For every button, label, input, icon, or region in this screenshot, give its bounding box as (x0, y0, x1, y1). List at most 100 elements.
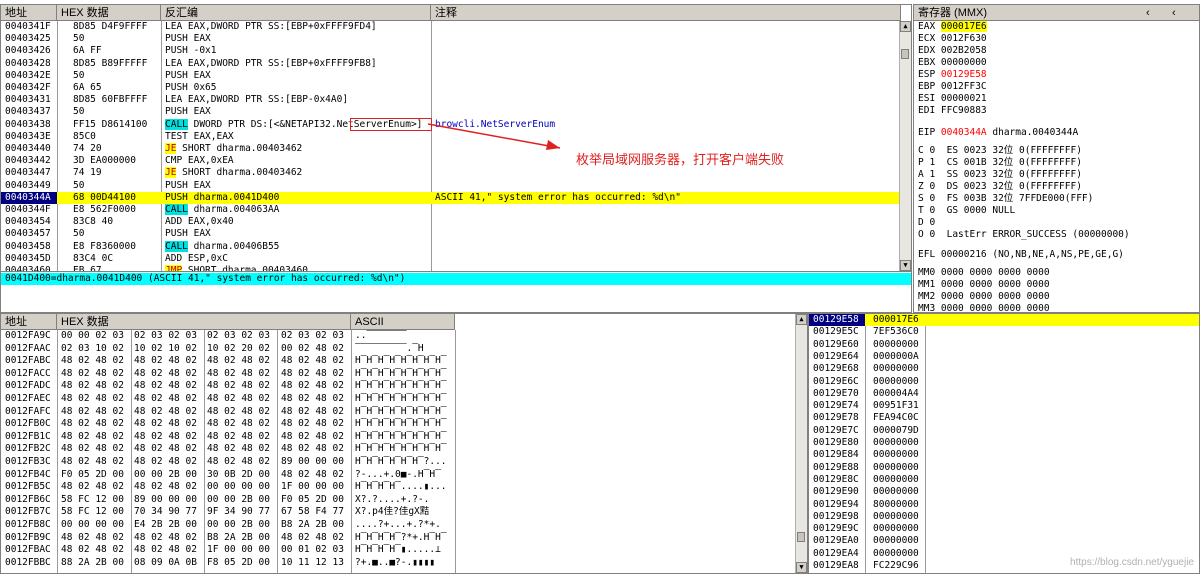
disasm-row[interactable]: 00403425 50 PUSH EAX (1, 33, 899, 45)
register-value[interactable]: FFC90883 (941, 105, 987, 116)
stack-row[interactable]: 00129E80 00000000 (809, 437, 1199, 449)
flag-row[interactable]: D 0 (918, 217, 935, 229)
flag-row[interactable]: Z 0 DS 0023 32位 0(FFFFFFFF) (918, 181, 1082, 193)
register-value[interactable]: 0012FF3C (941, 81, 987, 92)
register-eax[interactable]: EAX 000017E6 (918, 21, 987, 33)
disasm-row[interactable]: 00403449 50 PUSH EAX (1, 180, 899, 192)
dump-row[interactable]: 0012FACC 48 02 48 02 48 02 48 02 48 02 48 0… (1, 368, 795, 380)
disasm-row[interactable]: 0040344A 68 00D44100 PUSH dharma.0041D400 A… (1, 191, 899, 204)
stack-row[interactable]: 00129E90 00000000 (809, 486, 1199, 498)
stack-row[interactable]: 00129E68 00000000 (809, 363, 1199, 375)
stack-row[interactable]: 00129E9C 00000000 (809, 523, 1199, 535)
register-value[interactable]: 00129E58 (941, 69, 987, 80)
dump-row[interactable]: 0012FBBC 88 2A 2B 00 08 09 0A 0B F8 05 2D 0… (1, 557, 795, 569)
disasm-row[interactable]: 00403458 E8 F8360000 CALL dharma.00406B55 (1, 240, 899, 253)
dump-row[interactable]: 0012FAFC 48 02 48 02 48 02 48 02 48 02 48 0… (1, 406, 795, 418)
stack-row[interactable]: 00129E88 00000000 (809, 462, 1199, 474)
dump-row[interactable]: 0012FB3C 48 02 48 02 48 02 48 02 48 02 48 0… (1, 456, 795, 468)
register-ebx[interactable]: EBX 00000000 (918, 57, 987, 69)
dump-row[interactable]: 0012FB8C 00 00 00 00 E4 2B 2B 00 00 00 2B 0… (1, 519, 795, 531)
register-value[interactable]: 0012F630 (941, 33, 987, 44)
stack-row[interactable]: 00129E8C 00000000 (809, 474, 1199, 486)
disasm-row[interactable]: 00403457 50 PUSH EAX (1, 228, 899, 240)
stack-row[interactable]: 00129E78 FEA94C0C (809, 412, 1199, 424)
register-value[interactable]: 00000021 (941, 93, 987, 104)
stack-row[interactable]: 00129E58 000017E6 (809, 314, 1199, 326)
dump-row[interactable]: 0012FB6C 58 FC 12 00 89 00 00 00 00 00 2B 0… (1, 494, 795, 506)
stack-row[interactable]: 00129E94 80000000 (809, 499, 1199, 511)
register-value[interactable]: 002B2058 (941, 45, 987, 56)
dump-row[interactable]: 0012FA9C 00 00 02 03 02 03 02 03 02 03 02 0… (1, 330, 795, 342)
scroll-thumb[interactable] (901, 49, 909, 59)
dump-row[interactable]: 0012FADC 48 02 48 02 48 02 48 02 48 02 48 0… (1, 380, 795, 392)
scroll-down-icon[interactable]: ▼ (796, 562, 807, 573)
register-value[interactable]: 00000000 (941, 57, 987, 68)
dump-row[interactable]: 0012FB5C 48 02 48 02 48 02 48 02 00 00 00 0… (1, 481, 795, 493)
disasm-row[interactable]: 00403428 8D85 B89FFFFF LEA EAX,DWORD PTR S… (1, 58, 899, 70)
stack-row[interactable]: 00129EA0 00000000 (809, 535, 1199, 547)
scroll-up-icon[interactable]: ▲ (796, 314, 807, 325)
dump-header-ascii[interactable]: ASCII (351, 314, 455, 330)
register-edx[interactable]: EDX 002B2058 (918, 45, 987, 57)
disasm-row[interactable]: 0040341F 8D85 D4F9FFFF LEA EAX,DWORD PTR S… (1, 21, 899, 33)
disasm-row[interactable]: 00403454 83C8 40 ADD EAX,0x40 (1, 216, 899, 228)
disasm-row[interactable]: 00403431 8D85 60FBFFFF LEA EAX,DWORD PTR S… (1, 94, 899, 106)
stack-row[interactable]: 00129E60 00000000 (809, 339, 1199, 351)
mmx-row[interactable]: MM3 0000 0000 0000 0000 (918, 303, 1050, 312)
stack-row[interactable]: 00129E74 00951F31 (809, 400, 1199, 412)
dump-row[interactable]: 0012FB0C 48 02 48 02 48 02 48 02 48 02 48 0… (1, 418, 795, 430)
dump-row[interactable]: 0012FB9C 48 02 48 02 48 02 48 02 B8 2A 2B 0… (1, 532, 795, 544)
mmx-row[interactable]: MM2 0000 0000 0000 0000 (918, 291, 1050, 303)
register-ebp[interactable]: EBP 0012FF3C (918, 81, 987, 93)
col-header-comment[interactable]: 注释 (431, 5, 901, 21)
dump-row[interactable]: 0012FB7C 58 FC 12 00 70 34 90 77 9F 34 90 7… (1, 506, 795, 518)
disasm-row[interactable]: 0040342F 6A 65 PUSH 0x65 (1, 82, 899, 94)
col-header-hex[interactable]: HEX 数据 (57, 5, 161, 21)
disasm-row[interactable]: 0040345D 83C4 0C ADD ESP,0xC (1, 253, 899, 265)
dump-row[interactable]: 0012FBAC 48 02 48 02 48 02 48 02 1F 00 00 0… (1, 544, 795, 556)
stack-row[interactable]: 00129E6C 00000000 (809, 376, 1199, 388)
stack-row[interactable]: 00129E84 00000000 (809, 449, 1199, 461)
disasm-row[interactable]: 0040344F E8 562F0000 CALL dharma.004063AA (1, 204, 899, 216)
register-esp[interactable]: ESP 00129E58 (918, 69, 987, 81)
disasm-row[interactable]: 00403437 50 PUSH EAX (1, 106, 899, 118)
mmx-row[interactable]: MM1 0000 0000 0000 0000 (918, 279, 1050, 291)
disassembly-scrollbar[interactable]: ▲ ▼ (899, 21, 911, 271)
dump-row[interactable]: 0012FB2C 48 02 48 02 48 02 48 02 48 02 48 0… (1, 443, 795, 455)
dump-row[interactable]: 0012FAEC 48 02 48 02 48 02 48 02 48 02 48 0… (1, 393, 795, 405)
stack-row[interactable]: 00129E7C 0000079D (809, 425, 1199, 437)
flag-row[interactable]: S 0 FS 003B 32位 7FFDE000(FFF) (918, 193, 1093, 205)
memory-dump-pane[interactable]: 地址 HEX 数据 ASCII 0012FA9C 00 00 02 03 02 03… (0, 313, 808, 574)
disasm-row[interactable]: 0040342E 50 PUSH EAX (1, 70, 899, 82)
scroll-up-icon[interactable]: ▲ (900, 21, 911, 32)
col-header-disassembly[interactable]: 反汇编 (161, 5, 431, 21)
dump-header-address[interactable]: 地址 (1, 314, 57, 330)
stack-pane[interactable]: 00129E58 000017E6 00129E5C 7EF536C0 00129E60… (808, 313, 1200, 574)
register-eip[interactable]: EIP 0040344A dharma.0040344A (918, 127, 1078, 139)
flag-row[interactable]: A 1 SS 0023 32位 0(FFFFFFFF) (918, 169, 1082, 181)
disasm-row[interactable]: 00403426 6A FF PUSH -0x1 (1, 45, 899, 57)
stack-row[interactable]: 00129E98 00000000 (809, 511, 1199, 523)
mmx-row[interactable]: MM0 0000 0000 0000 0000 (918, 267, 1050, 279)
dump-scrollbar[interactable]: ▲ ▼ (795, 314, 807, 573)
register-edi[interactable]: EDI FFC90883 (918, 105, 987, 117)
scroll-thumb[interactable] (797, 532, 805, 542)
flag-row[interactable]: T 0 GS 0000 NULL (918, 205, 1015, 217)
dump-row[interactable]: 0012FB1C 48 02 48 02 48 02 48 02 48 02 48 0… (1, 431, 795, 443)
stack-row[interactable]: 00129E64 0000000A (809, 351, 1199, 363)
flag-row[interactable]: O 0 LastErr ERROR_SUCCESS (00000000) (918, 229, 1130, 241)
dump-row[interactable]: 0012FB4C F0 05 2D 00 00 00 2B 00 30 0B 2D 0… (1, 469, 795, 481)
stack-row[interactable]: 00129E70 000004A4 (809, 388, 1199, 400)
scroll-down-icon[interactable]: ▼ (900, 260, 911, 271)
disasm-row[interactable]: 00403447 74 19 JE SHORT dharma.00403462 (1, 167, 899, 179)
dump-row[interactable]: 0012FABC 48 02 48 02 48 02 48 02 48 02 48 0… (1, 355, 795, 367)
stack-row[interactable]: 00129E5C 7EF536C0 (809, 326, 1199, 338)
register-efl[interactable]: EFL 00000216 (NO,NB,NE,A,NS,PE,GE,G) (918, 249, 1124, 261)
dump-header-hex[interactable]: HEX 数据 (57, 314, 351, 330)
flag-row[interactable]: C 0 ES 0023 32位 0(FFFFFFFF) (918, 145, 1082, 157)
col-header-address[interactable]: 地址 (1, 5, 57, 21)
dump-row[interactable]: 0012FAAC 02 03 10 02 10 02 10 02 10 02 20 0… (1, 343, 795, 355)
registers-pane[interactable]: 寄存器 (MMX) ‹ ‹ EAX 000017E6 ECX 0012F630 ED… (913, 4, 1200, 313)
register-ecx[interactable]: ECX 0012F630 (918, 33, 987, 45)
register-esi[interactable]: ESI 00000021 (918, 93, 987, 105)
